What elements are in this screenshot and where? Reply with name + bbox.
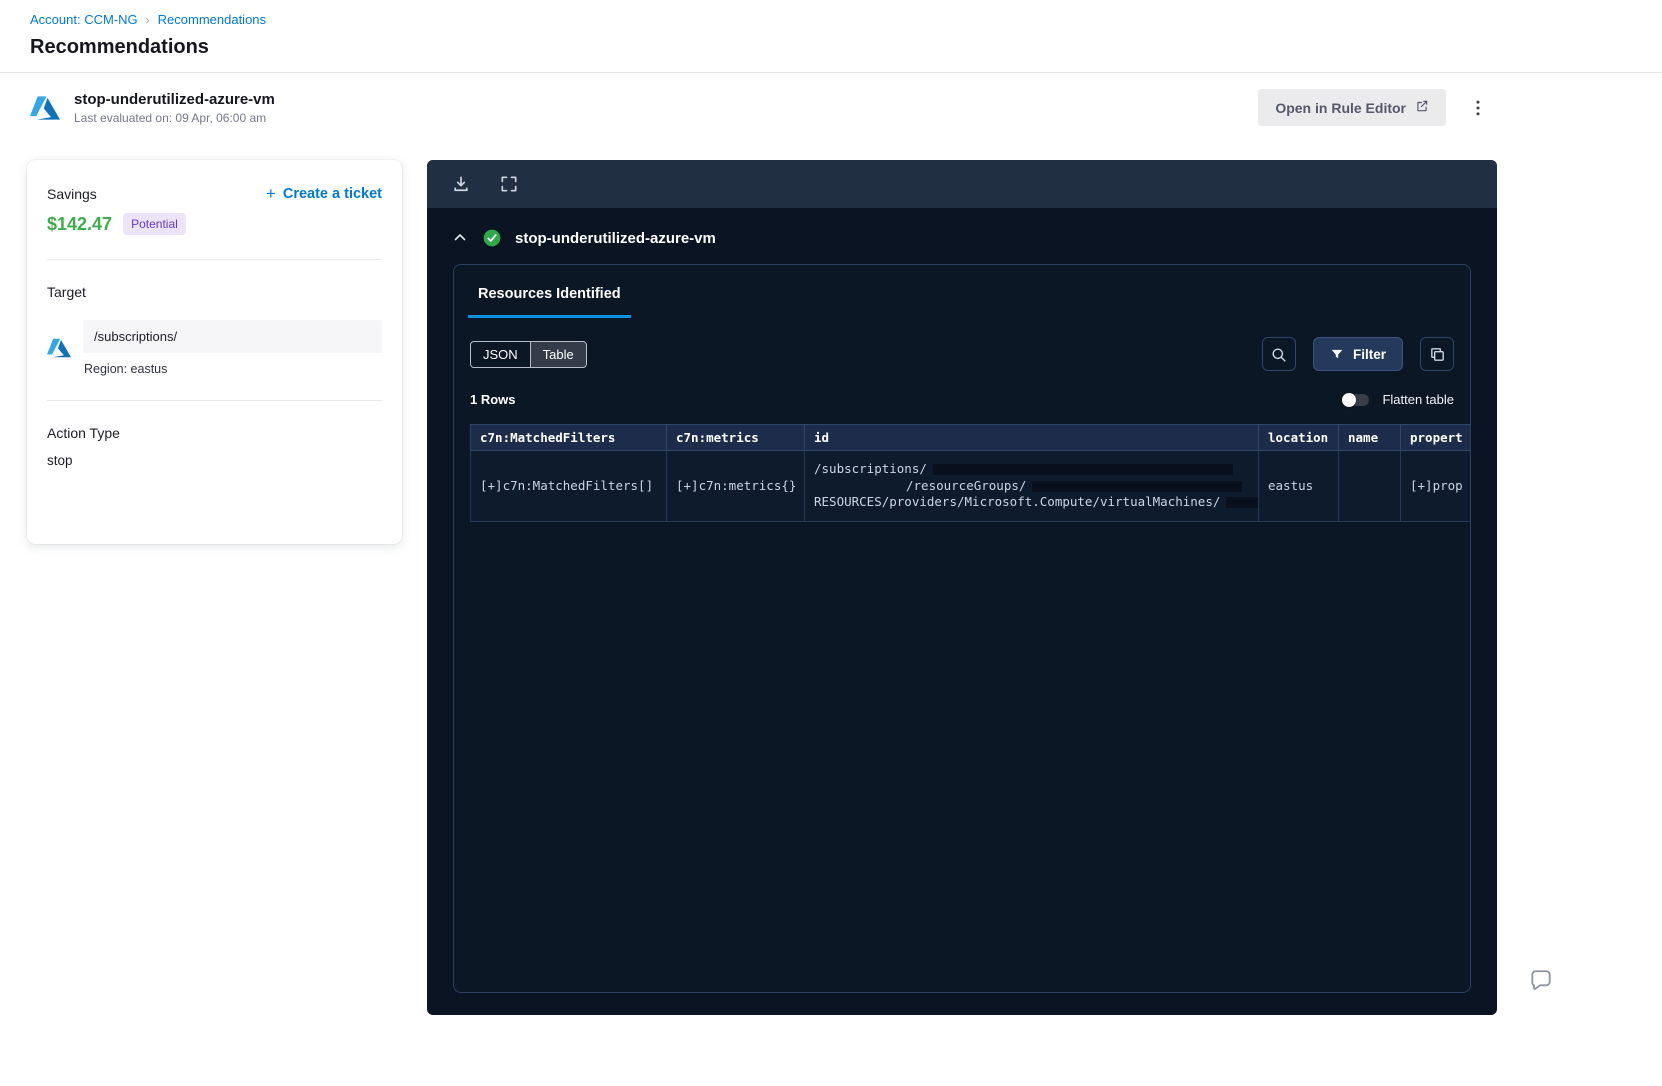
- id-text-1: /subscriptions/: [814, 461, 927, 476]
- resource-viewer-panel: stop-underutilized-azure-vm Resources Id…: [427, 160, 1497, 1015]
- top-header: Account: CCM-NG › Recommendations Recomm…: [0, 0, 1662, 59]
- id-line-3: RESOURCES/providers/Microsoft.Compute/vi…: [814, 494, 1258, 511]
- fullscreen-icon: [501, 176, 517, 192]
- chevron-up-icon: [454, 234, 466, 241]
- fullscreen-button[interactable]: [499, 174, 519, 194]
- open-rule-editor-label: Open in Rule Editor: [1275, 99, 1406, 116]
- card-divider: [47, 400, 382, 401]
- cell-name: [1338, 450, 1401, 522]
- column-header-id: id: [804, 424, 1259, 451]
- main-content: Savings + Create a ticket $142.47 Potent…: [27, 160, 1662, 1015]
- breadcrumb-recommendations-link[interactable]: Recommendations: [158, 12, 266, 27]
- breadcrumb: Account: CCM-NG › Recommendations: [30, 12, 1662, 27]
- action-type-value: stop: [47, 453, 73, 468]
- page-title: Recommendations: [30, 36, 209, 58]
- breadcrumb-separator-icon: ›: [145, 12, 150, 27]
- action-type-label: Action Type: [47, 425, 120, 441]
- download-button[interactable]: [451, 174, 471, 194]
- id-text-3: RESOURCES/providers/Microsoft.Compute/vi…: [814, 494, 1221, 509]
- cell-location: eastus: [1258, 450, 1339, 522]
- panel-rule-row: stop-underutilized-azure-vm: [427, 208, 1497, 254]
- azure-target-icon: [47, 336, 71, 360]
- table-header-row: c7n:MatchedFilters c7n:metrics id locati…: [470, 424, 1470, 451]
- success-check-icon: [482, 228, 502, 248]
- collapse-button[interactable]: [451, 229, 469, 247]
- id-line-2: /resourceGroups/: [906, 478, 1249, 495]
- cell-id: /subscriptions/ /resourceGroups/ RESOURC…: [804, 450, 1259, 522]
- rule-header-left: stop-underutilized-azure-vm Last evaluat…: [30, 91, 275, 125]
- target-subscription-path: /subscriptions/: [83, 320, 382, 353]
- redacted-text: [1032, 480, 1243, 492]
- savings-card: Savings + Create a ticket $142.47 Potent…: [27, 160, 402, 544]
- target-texts: /subscriptions/ Region: eastus: [83, 320, 382, 376]
- view-toggle-table[interactable]: Table: [529, 341, 586, 367]
- id-text-2: /resourceGroups/: [906, 477, 1027, 493]
- search-icon: [1272, 347, 1287, 362]
- table-row: [+]c7n:MatchedFilters[] [+]c7n:metrics{}…: [470, 450, 1470, 522]
- tab-resources-identified[interactable]: Resources Identified: [468, 280, 631, 318]
- cell-metrics[interactable]: [+]c7n:metrics{}: [666, 450, 805, 522]
- column-header-properties: propert: [1400, 424, 1470, 451]
- rule-titles: stop-underutilized-azure-vm Last evaluat…: [74, 91, 275, 125]
- view-toggle-json[interactable]: JSON: [471, 342, 530, 367]
- panel-toolbar: [427, 160, 1497, 208]
- rule-name: stop-underutilized-azure-vm: [74, 90, 275, 108]
- open-rule-editor-button[interactable]: Open in Rule Editor: [1258, 89, 1446, 126]
- tabs-row: Resources Identified: [454, 265, 1470, 318]
- view-toggle: JSON Table: [470, 340, 587, 368]
- panel-rule-name: stop-underutilized-azure-vm: [515, 229, 716, 247]
- toggle-knob: [1342, 392, 1357, 407]
- redacted-text: [932, 464, 1233, 475]
- filter-funnel-icon: [1331, 349, 1343, 359]
- target-label: Target: [47, 284, 86, 300]
- create-ticket-label: Create a ticket: [282, 186, 382, 202]
- view-controls-row: JSON Table Filter: [470, 337, 1454, 371]
- external-link-icon: [1415, 99, 1429, 116]
- filter-label: Filter: [1352, 346, 1386, 362]
- savings-label: Savings: [47, 186, 97, 202]
- id-line-1: /subscriptions/: [814, 461, 1249, 478]
- flatten-table-toggle[interactable]: [1342, 392, 1370, 407]
- more-options-button[interactable]: [1466, 96, 1490, 120]
- plus-icon: +: [265, 184, 276, 203]
- chat-bubble-icon: [1531, 970, 1551, 990]
- flatten-control: Flatten table: [1342, 392, 1454, 407]
- redacted-text: [1226, 497, 1258, 508]
- download-icon: [454, 176, 468, 192]
- target-region: Region: eastus: [84, 362, 168, 376]
- filter-button[interactable]: Filter: [1312, 337, 1403, 371]
- target-row: /subscriptions/ Region: eastus: [47, 320, 382, 376]
- cell-properties[interactable]: [+]prop: [1400, 450, 1470, 522]
- column-header-location: location: [1258, 424, 1339, 451]
- column-header-matched-filters: c7n:MatchedFilters: [470, 424, 667, 451]
- rows-summary-row: 1 Rows Flatten table: [470, 392, 1454, 407]
- column-header-name: name: [1338, 424, 1401, 451]
- cell-matched-filters[interactable]: [+]c7n:MatchedFilters[]: [470, 450, 667, 522]
- potential-badge: Potential: [123, 213, 186, 235]
- rule-last-evaluated: Last evaluated on: 09 Apr, 06:00 am: [74, 110, 267, 125]
- copy-button[interactable]: [1420, 337, 1454, 371]
- breadcrumb-account-link[interactable]: Account: CCM-NG: [30, 12, 138, 27]
- resources-identified-panel: Resources Identified JSON Table Filter 1…: [453, 264, 1471, 993]
- rule-header: stop-underutilized-azure-vm Last evaluat…: [0, 73, 1662, 142]
- row-count: 1 Rows: [470, 392, 516, 407]
- kebab-menu-icon: [1476, 100, 1480, 115]
- column-header-metrics: c7n:metrics: [666, 424, 805, 451]
- create-ticket-link[interactable]: + Create a ticket: [265, 184, 382, 203]
- savings-amount: $142.47: [47, 213, 113, 234]
- results-table: c7n:MatchedFilters c7n:metrics id locati…: [470, 424, 1470, 522]
- rule-header-actions: Open in Rule Editor: [1258, 89, 1490, 126]
- flatten-table-label: Flatten table: [1382, 392, 1454, 407]
- card-divider: [47, 259, 382, 260]
- savings-amount-row: $142.47 Potential: [47, 213, 382, 235]
- search-button[interactable]: [1261, 337, 1296, 371]
- chat-help-button[interactable]: [1528, 968, 1554, 994]
- savings-row: Savings + Create a ticket: [47, 184, 382, 203]
- copy-icon: [1430, 347, 1444, 361]
- results-table-container[interactable]: c7n:MatchedFilters c7n:metrics id locati…: [470, 424, 1470, 522]
- azure-logo-icon: [30, 93, 60, 123]
